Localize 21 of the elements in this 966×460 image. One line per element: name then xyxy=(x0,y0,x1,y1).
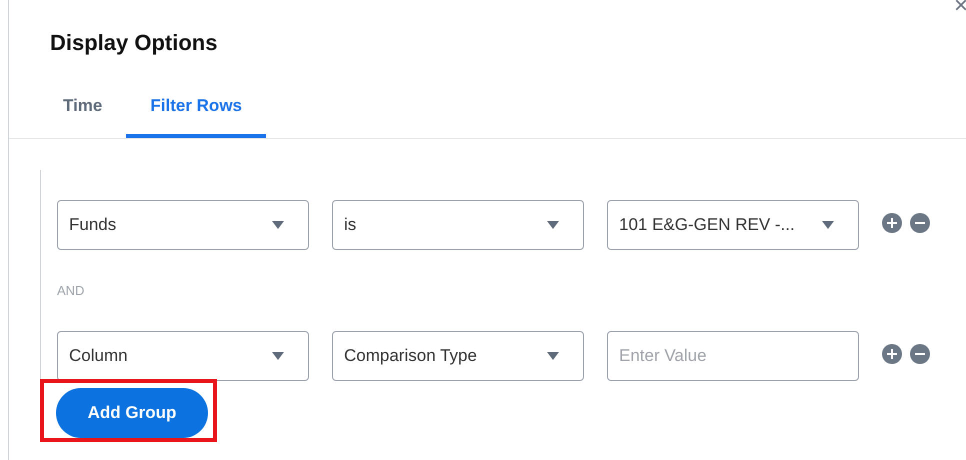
close-button[interactable]: × xyxy=(954,0,966,18)
caret-icon xyxy=(547,221,559,229)
caret-icon xyxy=(272,352,284,360)
remove-icon[interactable] xyxy=(910,213,930,233)
select-field[interactable]: Comparison Type xyxy=(332,331,584,381)
caret-icon xyxy=(822,221,834,229)
select-field[interactable]: 101 E&G-GEN REV -... xyxy=(607,200,859,250)
dialog-title: Display Options xyxy=(50,30,218,57)
select-field[interactable]: Column xyxy=(57,331,309,381)
select-field[interactable]: Funds xyxy=(57,200,309,250)
input-field[interactable]: Enter Value xyxy=(607,331,859,381)
caret-icon xyxy=(547,352,559,360)
add-icon[interactable] xyxy=(882,344,902,364)
caret-icon xyxy=(272,221,284,229)
tab[interactable]: Filter Rows xyxy=(126,88,266,138)
add-icon[interactable] xyxy=(882,213,902,233)
select-field[interactable]: is xyxy=(332,200,584,250)
joiner-label: AND xyxy=(57,283,84,298)
add-group-button[interactable]: Add Group xyxy=(56,388,208,438)
tab[interactable]: Time xyxy=(39,88,126,138)
remove-icon[interactable] xyxy=(910,344,930,364)
